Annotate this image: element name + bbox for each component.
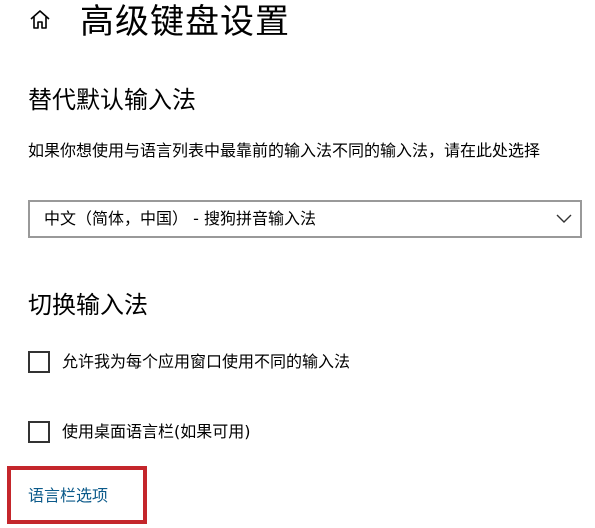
desktop-language-bar-checkbox[interactable] [28, 421, 50, 443]
section-title-default-input: 替代默认输入法 [28, 86, 196, 114]
home-icon[interactable] [28, 8, 52, 32]
section-title-switch-input: 切换输入法 [28, 291, 148, 319]
default-input-method-dropdown[interactable]: 中文（简体，中国） - 搜狗拼音输入法 [28, 200, 582, 238]
page-title: 高级键盘设置 [80, 2, 290, 42]
chevron-down-icon [556, 214, 572, 223]
per-app-input-method-label[interactable]: 允许我为每个应用窗口使用不同的输入法 [62, 349, 350, 375]
header: 高级键盘设置 [0, 0, 595, 48]
per-app-input-method-checkbox[interactable] [28, 351, 50, 373]
dropdown-selected-value: 中文（简体，中国） - 搜狗拼音输入法 [44, 209, 316, 228]
desktop-language-bar-label[interactable]: 使用桌面语言栏(如果可用) [62, 419, 251, 445]
language-bar-options-link[interactable]: 语言栏选项 [28, 483, 108, 509]
default-input-description: 如果你想使用与语言列表中最靠前的输入法不同的输入法，请在此处选择 [28, 141, 541, 160]
